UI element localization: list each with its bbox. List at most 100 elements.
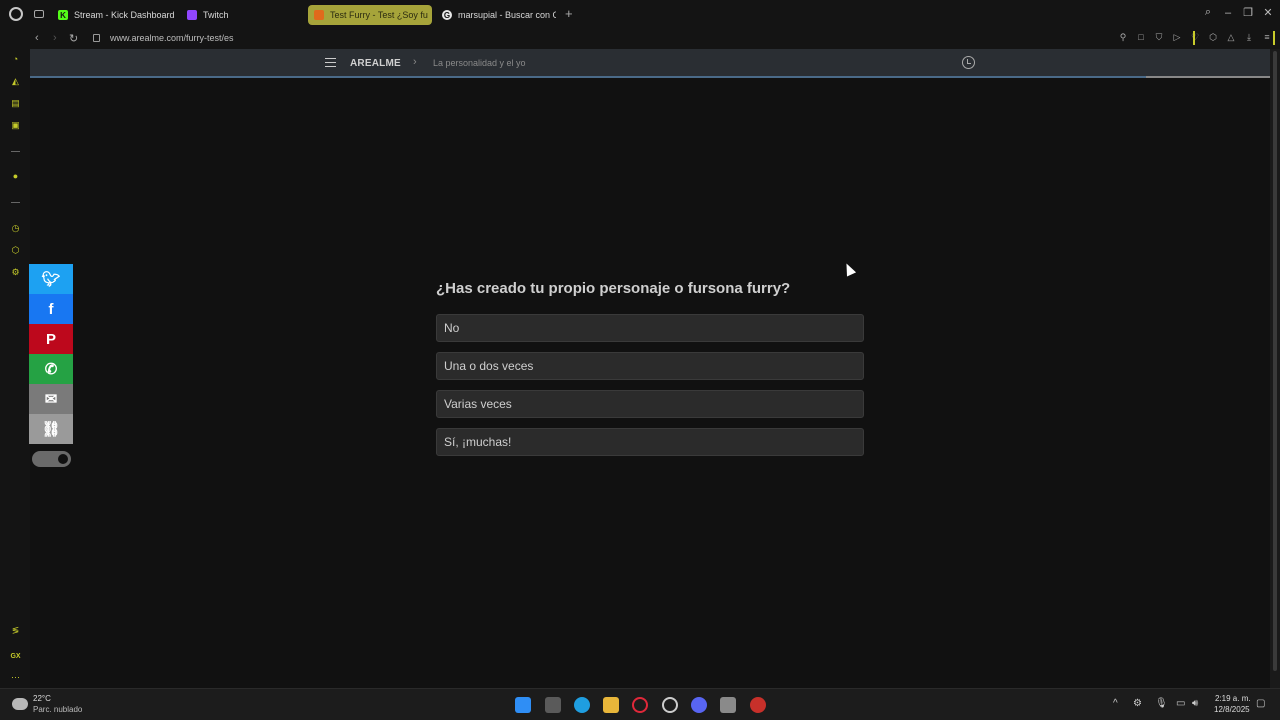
settings-icon[interactable]: ⚙: [10, 267, 21, 278]
messenger-icon[interactable]: ▣: [10, 120, 21, 131]
accent-divider: [1193, 31, 1195, 45]
back-icon[interactable]: ‹: [35, 32, 39, 44]
snapshot-icon[interactable]: □: [1136, 32, 1146, 42]
tab-bar: K Stream - Kick Dashboard Twitch Test Fu…: [0, 0, 1280, 29]
steam-app-icon[interactable]: [662, 697, 678, 713]
address-bar-tools: ⚲ □ ⛉ ▷ ♡ ⬡ △ ⤓ ≡: [1118, 32, 1272, 42]
answer-option[interactable]: Una o dos veces: [436, 352, 864, 380]
clock-time[interactable]: 2:19 a. m.: [1215, 694, 1251, 703]
discord-icon[interactable]: [691, 697, 707, 713]
history-sidebar-icon[interactable]: ◷: [10, 223, 21, 234]
tab-furry-test[interactable]: Test Furry - Test ¿Soy fu: [308, 5, 432, 25]
history-icon[interactable]: [962, 56, 975, 69]
game-news-icon[interactable]: ▤: [10, 98, 21, 109]
wallet-icon[interactable]: △: [1226, 32, 1236, 42]
quiz-progress-bar: [1146, 76, 1270, 78]
facebook-share-button[interactable]: f: [29, 294, 73, 324]
tab-menu-icon[interactable]: [34, 10, 44, 18]
taskbar: 22°C Parc. nublado ^ ⚙ 🎙︎ ▭ 🔊︎ 2:19 a. m…: [0, 688, 1280, 720]
twitter-share-button[interactable]: 🐦︎: [29, 264, 73, 294]
obs-app-icon[interactable]: [750, 697, 766, 713]
link-icon: ⛓: [41, 421, 61, 438]
tab-label: Stream - Kick Dashboard: [74, 10, 175, 20]
network-icon[interactable]: ▭: [1176, 698, 1185, 709]
address-bar: ‹ › ↻ www.arealme.com/furry-test/es ⚲ □ …: [0, 29, 1280, 49]
answer-option[interactable]: Varias veces: [436, 390, 864, 418]
url-field[interactable]: www.arealme.com/furry-test/es: [110, 33, 234, 43]
whatsapp-icon: ✆: [44, 361, 58, 378]
tab-google-search[interactable]: G marsupial - Buscar con G: [436, 5, 556, 25]
tray-expand-icon[interactable]: ^: [1113, 698, 1118, 709]
weather-cloud-icon[interactable]: [12, 698, 28, 710]
sidebar-divider: [11, 151, 20, 152]
extensions-icon[interactable]: ⬡: [1208, 32, 1218, 42]
notifications-icon[interactable]: ▢: [1256, 698, 1265, 709]
twitch-icon: [187, 10, 197, 20]
mouse-cursor-icon: [841, 261, 857, 277]
google-icon: G: [442, 10, 452, 20]
copy-link-button[interactable]: ⛓: [29, 414, 73, 444]
close-icon[interactable]: ✕: [1262, 6, 1274, 19]
twitter-icon: 🐦︎: [41, 271, 61, 288]
gx-logo-icon[interactable]: GX: [10, 651, 21, 662]
easy-setup-icon[interactable]: ≡: [1262, 32, 1272, 42]
windows-start-icon[interactable]: [515, 697, 531, 713]
email-icon: ✉: [44, 391, 58, 408]
tab-label: Twitch: [203, 10, 229, 20]
pinterest-icon: P: [45, 330, 56, 348]
scrollbar-thumb[interactable]: [1273, 51, 1277, 671]
dark-mode-toggle[interactable]: [32, 451, 71, 467]
clock-date[interactable]: 12/8/2025: [1214, 705, 1250, 714]
site-header: AREALME › La personalidad y el yo: [30, 49, 1270, 78]
steam-tray-icon[interactable]: ⚙: [1133, 698, 1142, 709]
maximize-icon[interactable]: ❐: [1242, 6, 1254, 19]
pinterest-share-button[interactable]: P: [29, 324, 73, 354]
extensions-sidebar-icon[interactable]: ⬡: [10, 245, 21, 256]
breadcrumb-separator: ›: [413, 56, 417, 68]
shield-icon[interactable]: ⛉: [1154, 32, 1164, 42]
email-share-button[interactable]: ✉: [29, 384, 73, 414]
pin-icon[interactable]: ⚲: [1118, 32, 1128, 42]
opera-gx-icon[interactable]: [632, 697, 648, 713]
file-explorer-icon[interactable]: [603, 697, 619, 713]
arealme-icon: [314, 10, 324, 20]
quiz-question: ¿Has creado tu propio personaje o furson…: [436, 280, 791, 297]
music-icon[interactable]: ●: [10, 171, 21, 182]
sidebar: ◔ ◭ ▤ ▣ ● ◷ ⬡ ⚙ ≶ GX ⋯: [0, 49, 30, 688]
gx-corner-icon[interactable]: ◔: [10, 54, 21, 65]
lock-icon[interactable]: [93, 34, 100, 42]
more-icon[interactable]: ⋯: [10, 672, 21, 683]
app-icon[interactable]: [720, 697, 736, 713]
heart-icon[interactable]: ♡: [1190, 32, 1200, 42]
tab-twitch[interactable]: Twitch: [181, 5, 301, 25]
tab-label: Test Furry - Test ¿Soy fu: [330, 10, 428, 20]
gx-cleaner-icon[interactable]: ◭: [10, 76, 21, 87]
window-controls: ⌕ – ❐ ✕: [1202, 6, 1274, 19]
microphone-icon[interactable]: 🎙︎: [1155, 698, 1168, 709]
answer-option[interactable]: Sí, ¡muchas!: [436, 428, 864, 456]
scrollbar[interactable]: [1270, 49, 1280, 688]
download-icon[interactable]: ⤓: [1244, 32, 1254, 42]
player-icon[interactable]: ▷: [1172, 32, 1182, 42]
gx-control-icon[interactable]: ≶: [10, 625, 21, 636]
volume-icon[interactable]: 🔊︎: [1192, 698, 1198, 709]
breadcrumb[interactable]: La personalidad y el yo: [433, 58, 526, 68]
task-view-icon[interactable]: [545, 697, 561, 713]
weather-condition[interactable]: Parc. nublado: [33, 705, 82, 714]
minimize-icon[interactable]: –: [1222, 7, 1234, 19]
new-tab-icon[interactable]: +: [565, 7, 573, 20]
menu-icon[interactable]: [325, 58, 336, 67]
forward-icon[interactable]: ›: [53, 32, 57, 44]
tab-kick-dashboard[interactable]: K Stream - Kick Dashboard: [52, 5, 180, 25]
weather-temperature[interactable]: 22°C: [33, 694, 51, 703]
facebook-icon: f: [48, 300, 54, 318]
opera-logo-icon[interactable]: [9, 7, 23, 21]
reload-icon[interactable]: ↻: [69, 32, 78, 45]
search-tabs-icon[interactable]: ⌕: [1202, 6, 1214, 19]
tab-label: marsupial - Buscar con G: [458, 10, 556, 20]
site-brand[interactable]: AREALME: [350, 58, 401, 69]
answer-option[interactable]: No: [436, 314, 864, 342]
accent-divider: [1273, 31, 1275, 45]
edge-icon[interactable]: [574, 697, 590, 713]
whatsapp-share-button[interactable]: ✆: [29, 354, 73, 384]
